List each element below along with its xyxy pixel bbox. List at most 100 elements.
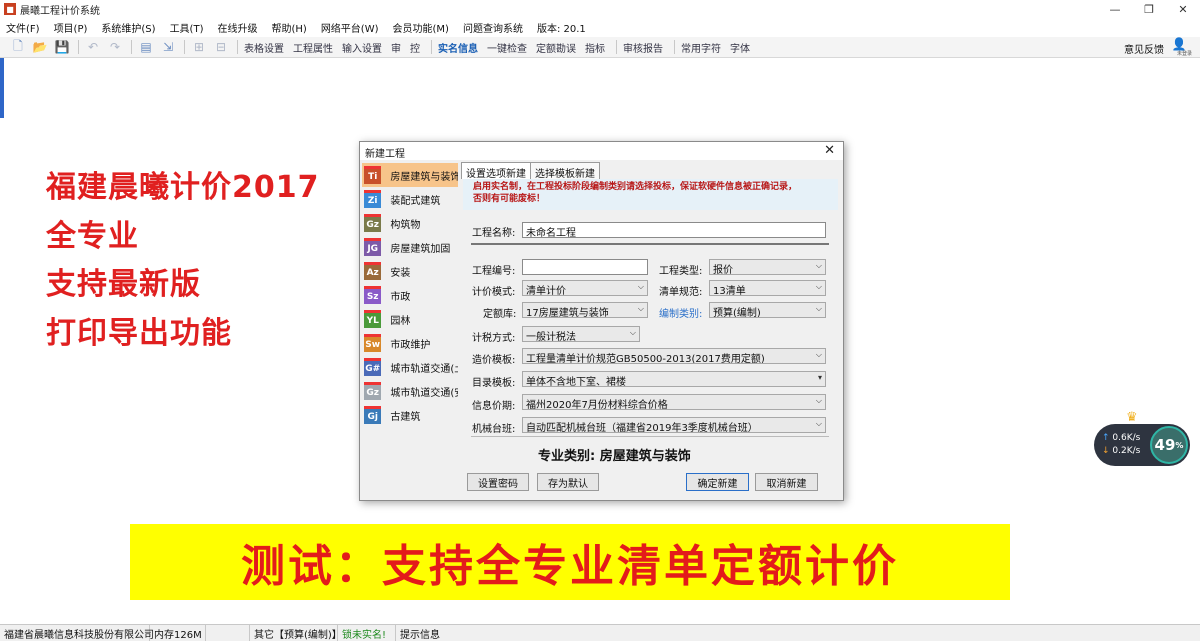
major-category-label: 专业类别: 房屋建筑与装饰 — [538, 449, 691, 464]
category-item[interactable]: Az 安装 — [362, 259, 458, 283]
category-badge-icon: JG — [364, 238, 382, 256]
toolbar-font[interactable]: 字体 — [730, 40, 750, 55]
toolbar-review[interactable]: 审 — [391, 40, 401, 55]
price-period-select[interactable]: 福州2020年7月份材料综合价格 ⌵ — [522, 394, 826, 410]
cost-template-select[interactable]: 工程量清单计价规范GB50500-2013(2017费用定额) ⌵ — [522, 348, 826, 364]
close-icon[interactable]: ✕ — [1166, 0, 1200, 18]
tab-template-new[interactable]: 选择模板新建 — [530, 162, 600, 180]
menu-project[interactable]: 项目(P) — [54, 20, 88, 35]
toolbar-input-settings[interactable]: 输入设置 — [342, 40, 382, 55]
menu-online-upgrade[interactable]: 在线升级 — [217, 20, 257, 35]
menu-help[interactable]: 帮助(H) — [271, 20, 306, 35]
category-item[interactable]: YL 园林 — [362, 307, 458, 331]
cancel-new-button[interactable]: 取消新建 — [755, 473, 818, 491]
project-name-input[interactable]: 未命名工程 — [522, 222, 826, 238]
toolbar-separator — [184, 40, 185, 54]
toolbar-table-settings[interactable]: 表格设置 — [244, 40, 284, 55]
category-item[interactable]: Gz 城市轨道交通(安 — [362, 379, 458, 403]
toolbar: 🗋 📂 💾 ↶ ↷ ▤ ⇲ ⊞ ⊟ 表格设置 工程属性 输入设置 审 控 实名信… — [0, 37, 1200, 58]
tax-method-select[interactable]: 一般计税法 ⌵ — [522, 326, 640, 342]
compile-type-value: 预算(编制) — [713, 308, 761, 318]
menu-problem-query[interactable]: 问题查询系统 — [463, 20, 523, 35]
toolbar-one-click-check[interactable]: 一键检查 — [487, 40, 527, 55]
menu-member[interactable]: 会员功能(M) — [393, 20, 449, 35]
usage-percent-sign: % — [1175, 440, 1184, 450]
menu-network[interactable]: 网络平台(W) — [321, 20, 379, 35]
compile-type-select[interactable]: 预算(编制) ⌵ — [709, 302, 826, 318]
feedback-link[interactable]: 意见反馈 — [1124, 41, 1164, 56]
dialog-close-icon[interactable]: ✕ — [824, 143, 835, 158]
dir-template-select[interactable]: 单体不含地下室、裙楼 ▾ — [522, 371, 826, 387]
window-title: 晨曦工程计价系统 — [20, 5, 100, 17]
category-label: 市政 — [390, 291, 411, 303]
category-badge-icon: Sz — [364, 286, 382, 304]
quota-lib-select[interactable]: 17房屋建筑与装饰 ⌵ — [522, 302, 648, 318]
category-item[interactable]: Gj 古建筑 — [362, 403, 458, 427]
chevron-down-icon: ⌵ — [815, 396, 822, 405]
category-item[interactable]: Sz 市政 — [362, 283, 458, 307]
export-icon[interactable]: ⇲ — [160, 39, 176, 55]
chevron-down-icon: ⌵ — [815, 261, 822, 270]
category-item[interactable]: JG 房屋建筑加固 — [362, 235, 458, 259]
toolbar-common-chars[interactable]: 常用字符 — [681, 40, 721, 55]
set-password-button[interactable]: 设置密码 — [467, 473, 529, 491]
toolbar-control[interactable]: 控 — [410, 40, 420, 55]
category-label: 城市轨道交通(安 — [390, 387, 458, 399]
pricing-mode-label: 计价模式: — [472, 287, 516, 298]
promo-line-1: 福建晨曦计价2017 — [46, 170, 320, 205]
category-badge-icon: Sw — [364, 334, 382, 352]
category-badge-icon: Zi — [364, 190, 382, 208]
compile-type-label: 编制类别: — [659, 309, 703, 320]
document-icon[interactable]: ▤ — [138, 39, 154, 55]
project-type-select[interactable]: 报价 ⌵ — [709, 259, 826, 275]
category-item[interactable]: Gz 构筑物 — [362, 211, 458, 235]
project-name-label: 工程名称: — [472, 228, 516, 239]
menu-file[interactable]: 文件(F) — [6, 20, 40, 35]
network-speed-widget[interactable]: ↑ 0.6K/s ↓ 0.2K/s 49% — [1094, 424, 1190, 466]
usage-gauge: 49% — [1150, 426, 1188, 464]
machine-shift-select[interactable]: 自动匹配机械台班（福建省2019年3季度机械台班） ⌵ — [522, 417, 826, 433]
category-item[interactable]: Ti 房屋建筑与装饰 — [362, 163, 458, 187]
title-bar: ■ 晨曦工程计价系统 — ❐ ✕ — [0, 0, 1200, 18]
minimize-icon[interactable]: — — [1098, 0, 1132, 18]
open-folder-icon[interactable]: 📂 — [32, 39, 48, 55]
menu-tools[interactable]: 工具(T) — [170, 20, 204, 35]
toolbar-separator — [78, 40, 79, 54]
chevron-down-icon: ⌵ — [815, 304, 822, 313]
pricing-mode-select[interactable]: 清单计价 ⌵ — [522, 280, 648, 296]
tax-method-label: 计税方式: — [472, 333, 516, 344]
notice-line-2: 否则有可能废标！ — [473, 194, 546, 204]
toolbar-realname-info[interactable]: 实名信息 — [438, 40, 478, 55]
category-item[interactable]: G# 城市轨道交通(土 — [362, 355, 458, 379]
project-code-label: 工程编号: — [472, 266, 516, 277]
category-item[interactable]: Sw 市政维护 — [362, 331, 458, 355]
category-item[interactable]: Zi 装配式建筑 — [362, 187, 458, 211]
delete-row-icon[interactable]: ⊟ — [213, 39, 229, 55]
category-badge-icon: Gz — [364, 382, 382, 400]
notice-line-1: 启用实名制，在工程投标阶段编制类别请选择投标，保证软硬件信息被正确记录， — [473, 182, 798, 192]
caret-down-icon: ▾ — [817, 373, 822, 382]
insert-row-icon[interactable]: ⊞ — [191, 39, 207, 55]
new-file-icon[interactable]: 🗋 — [10, 39, 26, 55]
menu-system[interactable]: 系统维护(S) — [101, 20, 155, 35]
bill-spec-select[interactable]: 13清单 ⌵ — [709, 280, 826, 296]
status-other: 其它【预算(编制)】 — [250, 624, 342, 641]
category-badge-icon: Ti — [364, 166, 382, 184]
new-project-dialog: 新建工程 ✕ Ti 房屋建筑与装饰 Zi 装配式建筑 Gz 构筑物 JG 房屋建筑加固 Az 安装… — [359, 141, 844, 501]
undo-icon[interactable]: ↶ — [85, 39, 101, 55]
app-window: ■ 晨曦工程计价系统 — ❐ ✕ 文件(F) 项目(P) 系统维护(S) 工具(… — [0, 0, 1200, 641]
project-code-input[interactable] — [522, 259, 648, 275]
toolbar-quota-errata[interactable]: 定额勘误 — [536, 40, 576, 55]
tab-option-new[interactable]: 设置选项新建 — [461, 162, 531, 180]
toolbar-audit-report[interactable]: 审核报告 — [623, 40, 663, 55]
status-memory: 内存126M — [150, 624, 206, 641]
confirm-new-button[interactable]: 确定新建 — [686, 473, 749, 491]
save-icon[interactable]: 💾 — [54, 39, 70, 55]
toolbar-project-properties[interactable]: 工程属性 — [293, 40, 333, 55]
toolbar-indicators[interactable]: 指标 — [585, 40, 605, 55]
redo-icon[interactable]: ↷ — [107, 39, 123, 55]
dir-template-label: 目录模板: — [472, 378, 516, 389]
download-speed-value: 0.2K/s — [1112, 446, 1141, 456]
maximize-icon[interactable]: ❐ — [1132, 0, 1166, 18]
save-default-button[interactable]: 存为默认 — [537, 473, 599, 491]
